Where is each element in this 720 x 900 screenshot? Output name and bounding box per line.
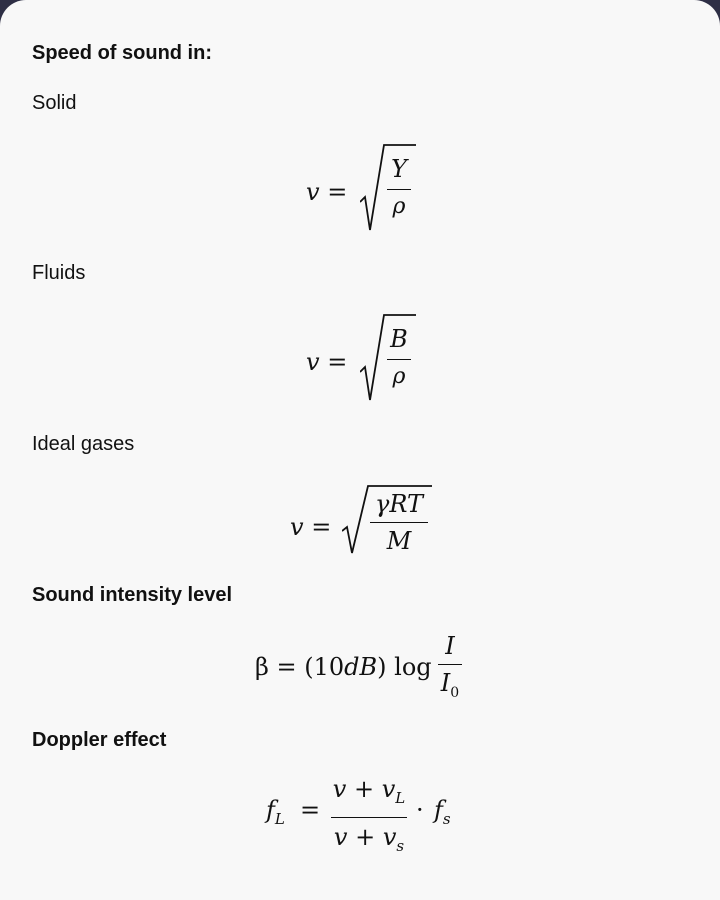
fraction-bar: [370, 522, 428, 523]
fraction-bar: [331, 816, 407, 818]
intensity-lhs-text: β = (10: [255, 653, 345, 681]
den-sub: 0: [450, 684, 460, 701]
label-fluids: Fluids: [32, 262, 86, 284]
formula-gases-fraction: γRT M: [368, 490, 430, 555]
doppler-fs: f: [434, 796, 443, 824]
num-sub: L: [395, 788, 406, 807]
denominator: ρ: [392, 194, 406, 219]
doppler-equals: =: [300, 796, 321, 824]
doppler-dot: ·: [416, 796, 424, 824]
heading-sound-intensity: Sound intensity level: [32, 584, 233, 606]
den-main: v + v: [333, 822, 397, 851]
denominator: ρ: [392, 364, 406, 389]
formula-solid-lhs: v =: [306, 178, 348, 206]
numerator: I: [445, 632, 455, 660]
doppler-fs-sub: s: [442, 809, 451, 828]
fraction-bar: [387, 359, 411, 360]
numerator: v + vL: [333, 775, 405, 812]
denominator: M: [386, 527, 412, 555]
doppler-f-sub: L: [274, 809, 285, 828]
formula-gases-lhs: v =: [290, 513, 332, 541]
formula-card: Speed of sound in: Solid v = Y ρ Fluids …: [0, 0, 720, 900]
den-main: I: [440, 669, 451, 697]
intensity-db: dB: [344, 653, 378, 681]
label-ideal-gases: Ideal gases: [32, 433, 135, 455]
formula-fluids-lhs: v =: [306, 348, 348, 376]
label-solid: Solid: [32, 92, 77, 114]
den-sub: s: [396, 836, 405, 855]
intensity-log: ) log: [377, 653, 432, 681]
formula-intensity-fraction: I I0: [436, 632, 464, 707]
heading-doppler-effect: Doppler effect: [32, 729, 167, 751]
denominator: I0: [441, 669, 459, 707]
doppler-rhs: fs: [434, 796, 451, 828]
fraction-bar: [387, 189, 411, 190]
num-main: v + v: [332, 775, 396, 803]
heading-speed-of-sound: Speed of sound in:: [32, 42, 212, 64]
fraction-bar: [438, 664, 462, 665]
formula-fluids-fraction: B ρ: [384, 324, 414, 389]
doppler-f: f: [266, 796, 275, 824]
formula-doppler-fraction: v + vL v + vs: [330, 775, 408, 860]
formula-doppler-lhs: fL: [266, 796, 285, 828]
formula-solid-fraction: Y ρ: [384, 154, 414, 219]
numerator: B: [390, 325, 408, 353]
numerator: γRT: [375, 490, 423, 518]
formula-intensity-lhs: β = (10dB) log: [255, 653, 432, 681]
denominator: v + vs: [334, 823, 404, 860]
numerator: Y: [391, 155, 407, 183]
